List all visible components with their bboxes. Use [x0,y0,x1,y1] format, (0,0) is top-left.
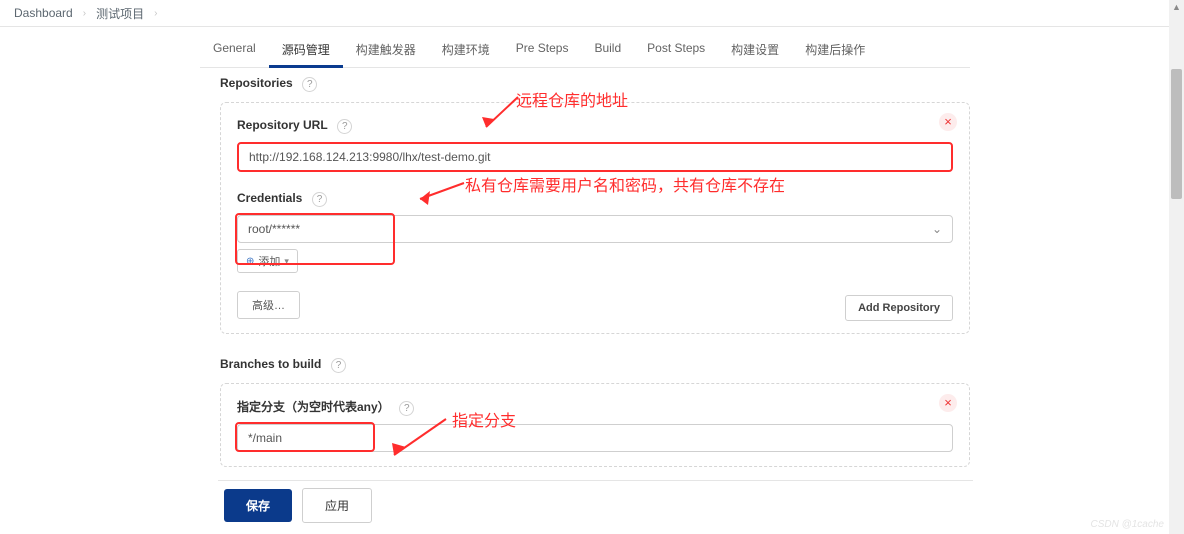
repositories-label: Repositories [220,76,293,90]
credentials-select[interactable]: root/****** ⌄ [237,215,953,243]
tab-general[interactable]: General [200,41,269,67]
help-icon[interactable]: ? [312,192,327,207]
tab-build[interactable]: Build [581,41,634,67]
add-cred-label: 添加 [258,253,280,269]
advanced-button[interactable]: 高级… [237,291,300,319]
branch-spec-label: 指定分支（为空时代表any） [237,398,390,415]
footer-actions: 保存 应用 [218,480,973,530]
breadcrumb-project[interactable]: 测试项目 [96,5,144,22]
tab-presteps[interactable]: Pre Steps [503,41,582,67]
help-icon[interactable]: ? [399,401,414,416]
help-icon[interactable]: ? [337,119,352,134]
add-repository-button[interactable]: Add Repository [845,295,953,321]
tab-scm[interactable]: 源码管理 [269,41,343,67]
remove-branch-button[interactable]: × [939,394,957,412]
repo-url-input[interactable] [237,142,953,172]
key-icon: ⊕ [246,256,254,267]
chevron-right-icon: › [154,8,157,19]
add-credential-button[interactable]: ⊕ 添加 ▾ [237,249,298,273]
chevron-down-icon: ⌄ [932,222,942,236]
help-icon[interactable]: ? [302,77,317,92]
caret-down-icon: ▾ [284,256,289,267]
credentials-value: root/****** [248,222,300,236]
config-tabs: General 源码管理 构建触发器 构建环境 Pre Steps Build … [200,41,970,68]
remove-repo-button[interactable]: × [939,113,957,131]
tab-triggers[interactable]: 构建触发器 [343,41,429,67]
repository-block: × Repository URL ? Credentials ? root/**… [220,102,970,334]
breadcrumb-dashboard[interactable]: Dashboard [14,6,73,20]
chevron-right-icon: › [83,8,86,19]
branch-spec-input[interactable] [237,424,953,452]
branch-block: × 指定分支（为空时代表any） ? [220,383,970,467]
branches-label: Branches to build [220,357,321,371]
repo-url-label: Repository URL [237,118,328,132]
apply-button[interactable]: 应用 [302,488,372,523]
tab-settings[interactable]: 构建设置 [718,41,792,67]
credentials-label: Credentials [237,191,302,205]
tab-poststeps[interactable]: Post Steps [634,41,718,67]
tab-env[interactable]: 构建环境 [429,41,503,67]
help-icon[interactable]: ? [331,358,346,373]
breadcrumb: Dashboard › 测试项目 › [0,0,1184,26]
save-button[interactable]: 保存 [224,489,292,522]
tab-postactions[interactable]: 构建后操作 [792,41,878,67]
